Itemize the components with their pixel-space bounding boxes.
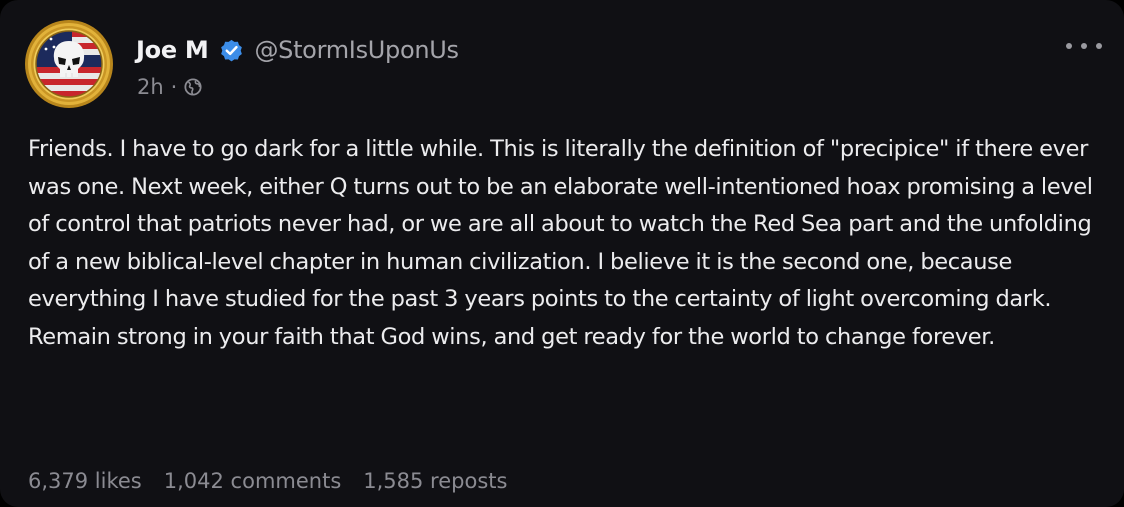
globe-icon xyxy=(184,78,202,96)
post-stats: 6,379 likes 1,042 comments 1,585 reposts xyxy=(28,469,529,493)
more-dot-icon xyxy=(1066,43,1072,49)
post-body: Friends. I have to go dark for a little … xyxy=(28,136,1093,350)
post-card: Joe M @StormIsUponUs 2h · Friends. I hav… xyxy=(0,0,1124,507)
more-dot-icon xyxy=(1096,43,1102,49)
post-header: Joe M @StormIsUponUs xyxy=(136,30,459,70)
verified-badge-icon xyxy=(218,37,245,64)
reposts-count[interactable]: 1,585 reposts xyxy=(363,469,507,493)
skull-flag-emblem-icon xyxy=(25,20,113,108)
more-options-button[interactable] xyxy=(1066,34,1102,58)
post-timestamp[interactable]: 2h xyxy=(137,75,164,99)
likes-count[interactable]: 6,379 likes xyxy=(28,469,142,493)
author-name[interactable]: Joe M xyxy=(136,36,209,64)
post-meta: 2h · xyxy=(137,75,202,99)
meta-separator: · xyxy=(170,75,178,99)
avatar[interactable] xyxy=(24,19,114,109)
comments-count[interactable]: 1,042 comments xyxy=(164,469,342,493)
more-dot-icon xyxy=(1081,43,1087,49)
author-handle[interactable]: @StormIsUponUs xyxy=(254,36,459,64)
